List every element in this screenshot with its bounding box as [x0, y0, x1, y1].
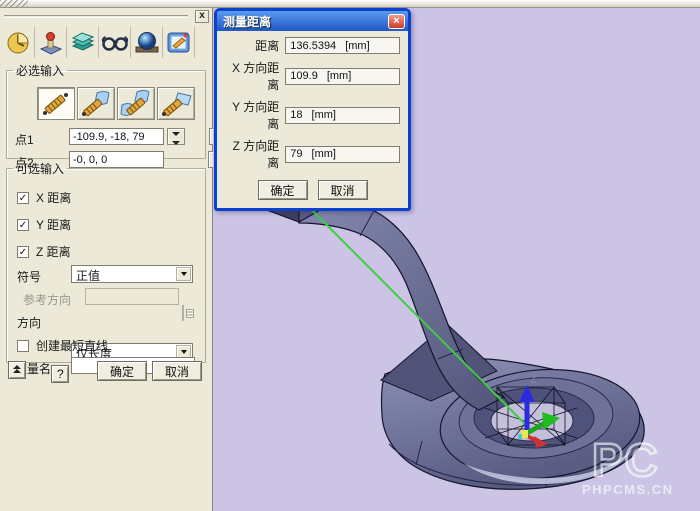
create-shortest-line-checkbox[interactable]	[17, 340, 29, 352]
y-distance-result-row: Y 方向距离 18 [mm]	[225, 98, 400, 132]
tab-analysis-gauge[interactable]	[3, 27, 35, 58]
x-distance-result-label: X 方向距离	[225, 59, 285, 93]
measure-point-to-object-icon	[79, 89, 113, 118]
x-distance-checkbox[interactable]: ✓	[17, 192, 29, 204]
y-distance-unit: [mm]	[312, 109, 336, 121]
x-distance-value-field: 109.9 [mm]	[285, 68, 400, 85]
distance-label: 距离	[225, 37, 285, 54]
dialog-titlebar[interactable]: 测量距离 ×	[217, 11, 408, 31]
tab-stamp-tool[interactable]	[35, 27, 67, 58]
glasses-visualization-icon	[101, 30, 129, 56]
measure-object-to-object-button[interactable]	[117, 87, 155, 120]
tab-edit-note[interactable]	[163, 27, 195, 58]
panel-ok-button[interactable]: 确定	[97, 361, 147, 381]
distance-row: 距离 136.5394 [mm]	[225, 37, 400, 54]
help-icon: ?	[57, 367, 64, 381]
point1-options-chevron-icon[interactable]	[167, 128, 185, 145]
reference-direction-label: 参考方向	[23, 291, 71, 308]
dialog-close-icon[interactable]: ×	[388, 14, 405, 29]
panel-cancel-button[interactable]: 取消	[152, 361, 202, 381]
x-distance-result-row: X 方向距离 109.9 [mm]	[225, 59, 400, 93]
required-group-title: 必选输入	[13, 62, 67, 79]
create-line-row: 创建最短直线	[17, 337, 108, 354]
tab-layers[interactable]	[67, 27, 99, 58]
application-window: x	[0, 0, 700, 511]
create-shortest-line-label: 创建最短直线	[36, 337, 108, 354]
sign-dropdown[interactable]: 正值	[71, 265, 193, 283]
triad-z-label: Z	[530, 374, 537, 386]
x-distance-row: ✓ X 距离	[17, 189, 71, 206]
reference-direction-vector-icon	[182, 305, 184, 321]
z-distance-value-field: 79 [mm]	[285, 146, 400, 163]
chevrons-up-icon	[13, 365, 21, 369]
z-distance-checkbox[interactable]: ✓	[17, 246, 29, 258]
measure-object-to-object-icon	[119, 89, 153, 118]
measure-point-to-point-button[interactable]	[37, 87, 75, 120]
y-distance-row: ✓ Y 距离	[17, 216, 71, 233]
edit-note-icon	[166, 30, 192, 56]
z-distance-value: 79	[290, 148, 302, 160]
distance-value: 136.5394	[290, 40, 336, 52]
panel-header: x	[0, 8, 212, 26]
z-distance-label: Z 距离	[36, 243, 71, 260]
sign-label: 符号	[17, 268, 41, 285]
dialog-cancel-button[interactable]: 取消	[318, 180, 368, 200]
toolbar-grip-icon[interactable]	[0, 0, 28, 7]
panel-close-icon[interactable]: x	[195, 10, 209, 23]
measure-mode-row	[37, 87, 195, 120]
direction-label: 方向	[17, 314, 41, 331]
help-button[interactable]: ?	[51, 365, 69, 383]
stamp-tool-icon	[38, 30, 64, 56]
point1-label: 点1	[15, 131, 34, 148]
distance-value-field: 136.5394 [mm]	[285, 37, 400, 54]
point1-input[interactable]	[69, 128, 164, 145]
tab-sphere-display[interactable]	[131, 27, 163, 58]
required-input-group: 必选输入	[6, 62, 206, 159]
z-distance-unit: [mm]	[312, 148, 336, 160]
y-distance-checkbox[interactable]: ✓	[17, 219, 29, 231]
dialog-ok-button[interactable]: 确定	[258, 180, 308, 200]
dropdown-arrow-icon[interactable]	[176, 267, 191, 281]
docked-toolbar-strip	[0, 0, 700, 8]
distance-unit: [mm]	[345, 40, 369, 52]
measure-distance-panel: x	[0, 8, 213, 511]
x-distance-value: 109.9	[290, 70, 318, 82]
reference-direction-input	[85, 288, 179, 305]
dialog-body: 距离 136.5394 [mm] X 方向距离 109.9 [mm] Y 方向距…	[217, 31, 408, 208]
optional-input-group: 可选输入 ✓ X 距离 ✓ Y 距离 ✓ Z 距离 符号 正值 参考方向 方向	[6, 160, 206, 363]
optional-group-title: 可选输入	[13, 160, 67, 177]
y-distance-result-label: Y 方向距离	[225, 98, 285, 132]
y-distance-label: Y 距离	[36, 216, 71, 233]
collapse-panel-button[interactable]	[8, 361, 26, 379]
x-distance-unit: [mm]	[327, 70, 351, 82]
panel-grip[interactable]	[4, 15, 188, 18]
sign-value: 正值	[76, 269, 100, 283]
tab-visualization[interactable]	[99, 27, 131, 58]
analysis-gauge-icon	[6, 30, 32, 56]
dialog-buttons: 确定 取消	[225, 180, 400, 200]
measure-to-plane-button[interactable]	[157, 87, 195, 120]
y-distance-value: 18	[290, 109, 302, 121]
panel-tab-bar	[3, 27, 195, 59]
triad-origin	[521, 430, 528, 438]
measure-to-plane-icon	[159, 89, 193, 118]
y-distance-value-field: 18 [mm]	[285, 107, 400, 124]
layers-icon	[70, 30, 96, 56]
measure-point-to-object-button[interactable]	[77, 87, 115, 120]
z-distance-row: ✓ Z 距离	[17, 243, 71, 260]
x-distance-label: X 距离	[36, 189, 71, 206]
measure-distance-dialog: 测量距离 × 距离 136.5394 [mm] X 方向距离 109.9 [mm…	[214, 8, 411, 211]
sphere-icon	[134, 30, 160, 56]
z-distance-result-row: Z 方向距离 79 [mm]	[225, 137, 400, 171]
dialog-title: 测量距离	[223, 13, 388, 30]
z-distance-result-label: Z 方向距离	[225, 137, 285, 171]
measure-point-to-point-icon	[39, 89, 73, 118]
